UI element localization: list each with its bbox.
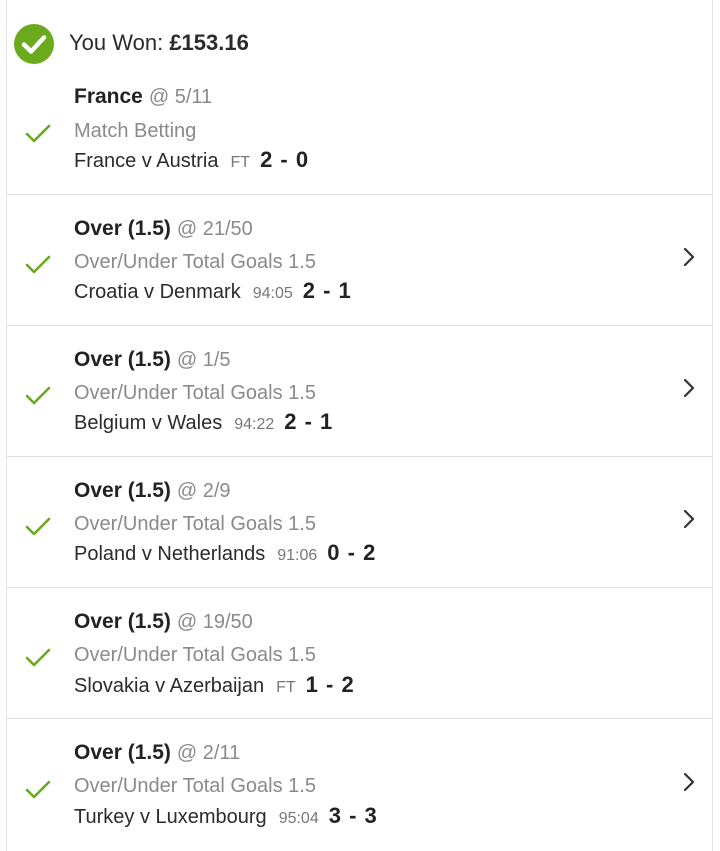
match-name: Poland v Netherlands xyxy=(74,543,266,565)
chevron-right-icon[interactable] xyxy=(682,771,696,793)
bet-leg-5: Over (1.5) @ 19/50 Over/Under Total Goals… xyxy=(7,588,712,719)
match-name: France v Austria xyxy=(74,150,219,172)
selection-name: France xyxy=(74,85,143,108)
market-name: Over/Under Total Goals 1.5 xyxy=(74,382,316,404)
match-name: Turkey v Luxembourg xyxy=(74,806,267,828)
bet-leg-4[interactable]: Over (1.5) @ 2/9 Over/Under Total Goals 1… xyxy=(7,457,712,588)
chevron-right-icon[interactable] xyxy=(682,508,696,530)
match-name: Slovakia v Azerbaijan xyxy=(74,675,265,697)
odds: @ 2/11 xyxy=(176,742,241,764)
match-name: Croatia v Denmark xyxy=(74,281,241,303)
bet-leg-6[interactable]: Over (1.5) @ 2/11 Over/Under Total Goals … xyxy=(7,719,712,851)
market-name: Over/Under Total Goals 1.5 xyxy=(74,513,316,535)
check-icon xyxy=(25,386,51,405)
bet-leg-1: France @ 5/11 Match Betting France v Aust… xyxy=(7,68,712,195)
selection-name: Over (1.5) xyxy=(74,348,171,371)
match-score: 3 - 3 xyxy=(328,803,378,828)
match-clock: FT xyxy=(276,679,296,696)
selection-name: Over (1.5) xyxy=(74,741,171,764)
chevron-right-icon[interactable] xyxy=(682,377,696,399)
odds: @ 5/11 xyxy=(148,86,213,108)
match-score: 1 - 2 xyxy=(305,672,355,697)
selection-name: Over (1.5) xyxy=(74,479,171,502)
odds: @ 19/50 xyxy=(176,611,253,633)
check-icon xyxy=(25,648,51,667)
match-name: Belgium v Wales xyxy=(74,412,223,434)
match-clock: 91:06 xyxy=(277,547,318,564)
win-amount: £153.16 xyxy=(169,30,249,55)
odds: @ 21/50 xyxy=(176,218,253,240)
match-clock: 94:22 xyxy=(234,416,275,433)
match-score: 2 - 1 xyxy=(302,278,352,303)
win-check-icon xyxy=(14,24,54,64)
match-clock: FT xyxy=(230,154,251,171)
market-name: Match Betting xyxy=(74,120,197,142)
check-icon xyxy=(25,780,51,799)
chevron-right-icon[interactable] xyxy=(682,246,696,268)
check-icon xyxy=(25,124,51,143)
odds: @ 2/9 xyxy=(176,480,231,502)
match-score: 0 - 2 xyxy=(327,540,377,565)
match-clock: 94:05 xyxy=(252,285,293,302)
match-clock: 95:04 xyxy=(278,810,319,827)
bet-receipt-card: You Won: £153.16 France @ 5/11 Match Bett… xyxy=(6,0,713,851)
win-label: You Won: xyxy=(69,30,164,55)
market-name: Over/Under Total Goals 1.5 xyxy=(74,644,316,666)
odds: @ 1/5 xyxy=(176,349,231,371)
win-summary: You Won: £153.16 xyxy=(69,30,249,56)
selection-name: Over (1.5) xyxy=(74,610,171,633)
match-score: 2 - 1 xyxy=(284,409,334,434)
check-icon xyxy=(25,517,51,536)
match-score: 2 - 0 xyxy=(260,147,310,172)
check-icon xyxy=(25,255,51,274)
market-name: Over/Under Total Goals 1.5 xyxy=(74,251,316,273)
selection-name: Over (1.5) xyxy=(74,217,171,240)
bet-leg-2[interactable]: Over (1.5) @ 21/50 Over/Under Total Goals… xyxy=(7,195,712,326)
bet-leg-3[interactable]: Over (1.5) @ 1/5 Over/Under Total Goals 1… xyxy=(7,326,712,457)
market-name: Over/Under Total Goals 1.5 xyxy=(74,775,316,797)
